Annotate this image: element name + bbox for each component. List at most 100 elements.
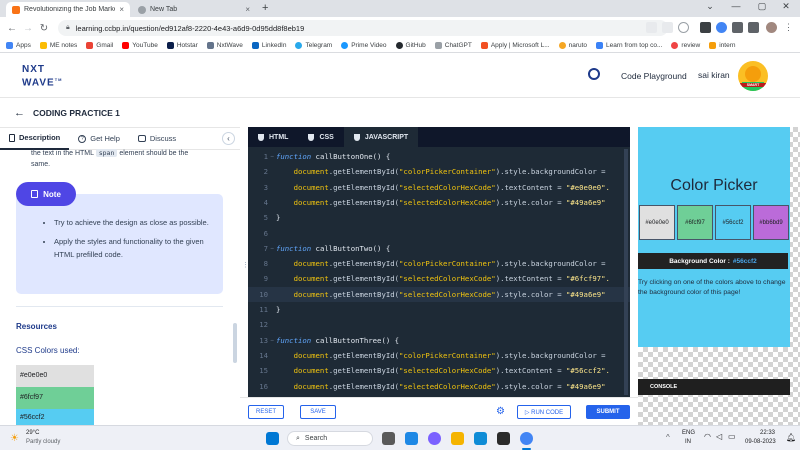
url-text: learning.ccbp.in/question/ed912af8-2220-… [75,23,305,33]
resize-handle[interactable]: ⋮ [242,262,249,278]
file-explorer-icon[interactable] [451,432,464,445]
bookmark-item[interactable]: review [671,42,700,49]
store-icon[interactable] [497,432,510,445]
nxtwave-logo[interactable]: NXT WAVETM [22,65,63,88]
edge-icon[interactable] [474,432,487,445]
extensions-puzzle-icon[interactable] [732,22,743,33]
bookmark-item[interactable]: Learn from top co... [596,42,662,49]
extension-icon[interactable] [716,22,727,33]
fold-icon[interactable]: − [268,337,276,344]
run-code-button[interactable]: ▷ RUN CODE [517,405,571,419]
bookmark-item[interactable]: NxtWave [206,42,243,49]
share-icon[interactable] [662,22,673,33]
avatar[interactable]: SMART [738,61,768,91]
code-line[interactable]: 1− function callButtonOne() { [248,149,630,164]
code-area[interactable]: 1− function callButtonOne() {2 document.g… [248,147,630,397]
extension-icon[interactable] [700,22,711,33]
chevron-up-icon[interactable]: ^ [666,433,670,442]
code-line[interactable]: 13− function callButtonThree() { [248,333,630,348]
close-window-button[interactable]: ✕ [772,1,800,12]
bookmark-item[interactable]: Apply | Microsoft L... [480,42,550,49]
tab-search-icon[interactable]: ⌄ [696,1,724,12]
sidepanel-icon[interactable] [748,22,759,33]
bookmark-item[interactable]: GitHub [395,42,426,49]
notifications-icon[interactable]: 🔔︎ [786,433,796,442]
scrollbar-thumb[interactable] [233,323,237,363]
minimize-button[interactable]: — [722,1,750,11]
code-line[interactable]: 10 document.getElementById("selectedColo… [248,286,630,302]
bookmark-apps[interactable]: Apps [6,42,31,49]
fold-icon[interactable]: − [268,153,276,160]
install-app-icon[interactable] [646,22,657,33]
clock-time[interactable]: 22:33 [760,430,775,436]
language-indicator[interactable]: ENG [682,430,695,436]
browser-tab-active[interactable]: Revolutionizing the Job Market | × [6,2,130,17]
bookmark-item[interactable]: Hotstar [166,42,198,49]
widgets-icon[interactable] [405,432,418,445]
bookmark-item[interactable]: YouTube [122,42,158,49]
battery-icon[interactable]: ▭ [728,432,736,441]
code-line[interactable]: 5} [248,210,630,225]
new-tab-button[interactable]: + [262,2,268,14]
code-playground-link[interactable]: Code Playground [621,71,687,81]
editor-scrollbar[interactable] [624,149,628,395]
bookmark-item[interactable]: ME notes [39,42,77,49]
code-line[interactable]: 4 document.getElementById("selectedColor… [248,195,630,210]
bookmark-star-icon[interactable] [678,22,689,33]
address-bar[interactable]: 🔒︎ learning.ccbp.in/question/ed912af8-22… [58,20,668,36]
profile-avatar[interactable] [766,22,777,33]
code-line[interactable]: 8 document.getElementById("colorPickerCo… [248,256,630,271]
console-bar[interactable]: CONSOLE [638,379,790,395]
color-button[interactable]: #bb6bd9 [753,205,789,240]
bookmark-item[interactable]: Telegram [295,42,332,49]
windows-start-icon[interactable] [266,432,279,445]
code-line[interactable]: 11} [248,302,630,317]
submit-button[interactable]: SUBMIT [586,405,630,419]
back-icon[interactable]: ← [4,23,20,34]
taskbar-search[interactable]: ⌕ Search [287,431,373,446]
volume-icon[interactable]: ◁ [716,432,722,441]
browser-tab-newtab[interactable]: New Tab × [132,2,256,17]
bookmark-item[interactable]: intern [709,42,735,49]
reset-button[interactable]: RESET [248,405,284,419]
code-line[interactable]: 7− function callButtonTwo() { [248,241,630,256]
close-tab-icon[interactable]: × [245,5,250,14]
tab-description[interactable]: Description [0,128,70,150]
tab-javascript[interactable]: JAVASCRIPT [343,127,419,147]
user-name[interactable]: sai kiran [698,70,730,80]
code-line[interactable]: 6 [248,226,630,241]
task-view-icon[interactable] [382,432,395,445]
code-line[interactable]: 14 document.getElementById("colorPickerC… [248,348,630,363]
bookmark-item[interactable]: Prime Video [341,42,387,49]
tab-get-help[interactable]: ? Get Help [69,128,129,150]
settings-gear-icon[interactable]: ⚙ [496,406,505,417]
color-button[interactable]: #e0e0e0 [639,205,675,240]
menu-kebab-icon[interactable]: ⋮ [784,22,793,33]
wifi-icon[interactable]: ◠ [704,432,711,441]
bookmark-item[interactable]: naruto [558,42,587,49]
forward-icon[interactable]: → [20,23,36,34]
reload-icon[interactable]: ↻ [36,23,52,34]
bookmark-item[interactable]: LinkedIn [251,42,286,49]
close-tab-icon[interactable]: × [119,5,124,14]
code-line[interactable]: 3 document.getElementById("selectedColor… [248,180,630,195]
code-line[interactable]: 15 document.getElementById("selectedColo… [248,363,630,378]
code-line[interactable]: 2 document.getElementById("colorPickerCo… [248,164,630,179]
fold-icon[interactable]: − [268,245,276,252]
back-arrow-icon[interactable]: ← [14,107,25,119]
code-line[interactable]: 12 [248,317,630,332]
bookmark-item[interactable]: Gmail [86,42,113,49]
color-button[interactable]: #6fcf97 [677,205,713,240]
color-button[interactable]: #56ccf2 [715,205,751,240]
chrome-icon[interactable] [520,432,533,445]
save-button[interactable]: SAVE [300,405,336,419]
tab-discuss[interactable]: Discuss [129,128,185,150]
collapse-panel-button[interactable]: ‹ [222,132,235,145]
code-line[interactable]: 9 document.getElementById("selectedColor… [248,271,630,286]
tab-html[interactable]: HTML [248,127,298,147]
teams-chat-icon[interactable] [428,432,441,445]
stopwatch-icon[interactable] [588,68,600,80]
tab-css[interactable]: CSS [298,127,343,147]
bookmark-item[interactable]: ChatGPT [434,42,472,49]
code-line[interactable]: 16 document.getElementById("selectedColo… [248,379,630,394]
